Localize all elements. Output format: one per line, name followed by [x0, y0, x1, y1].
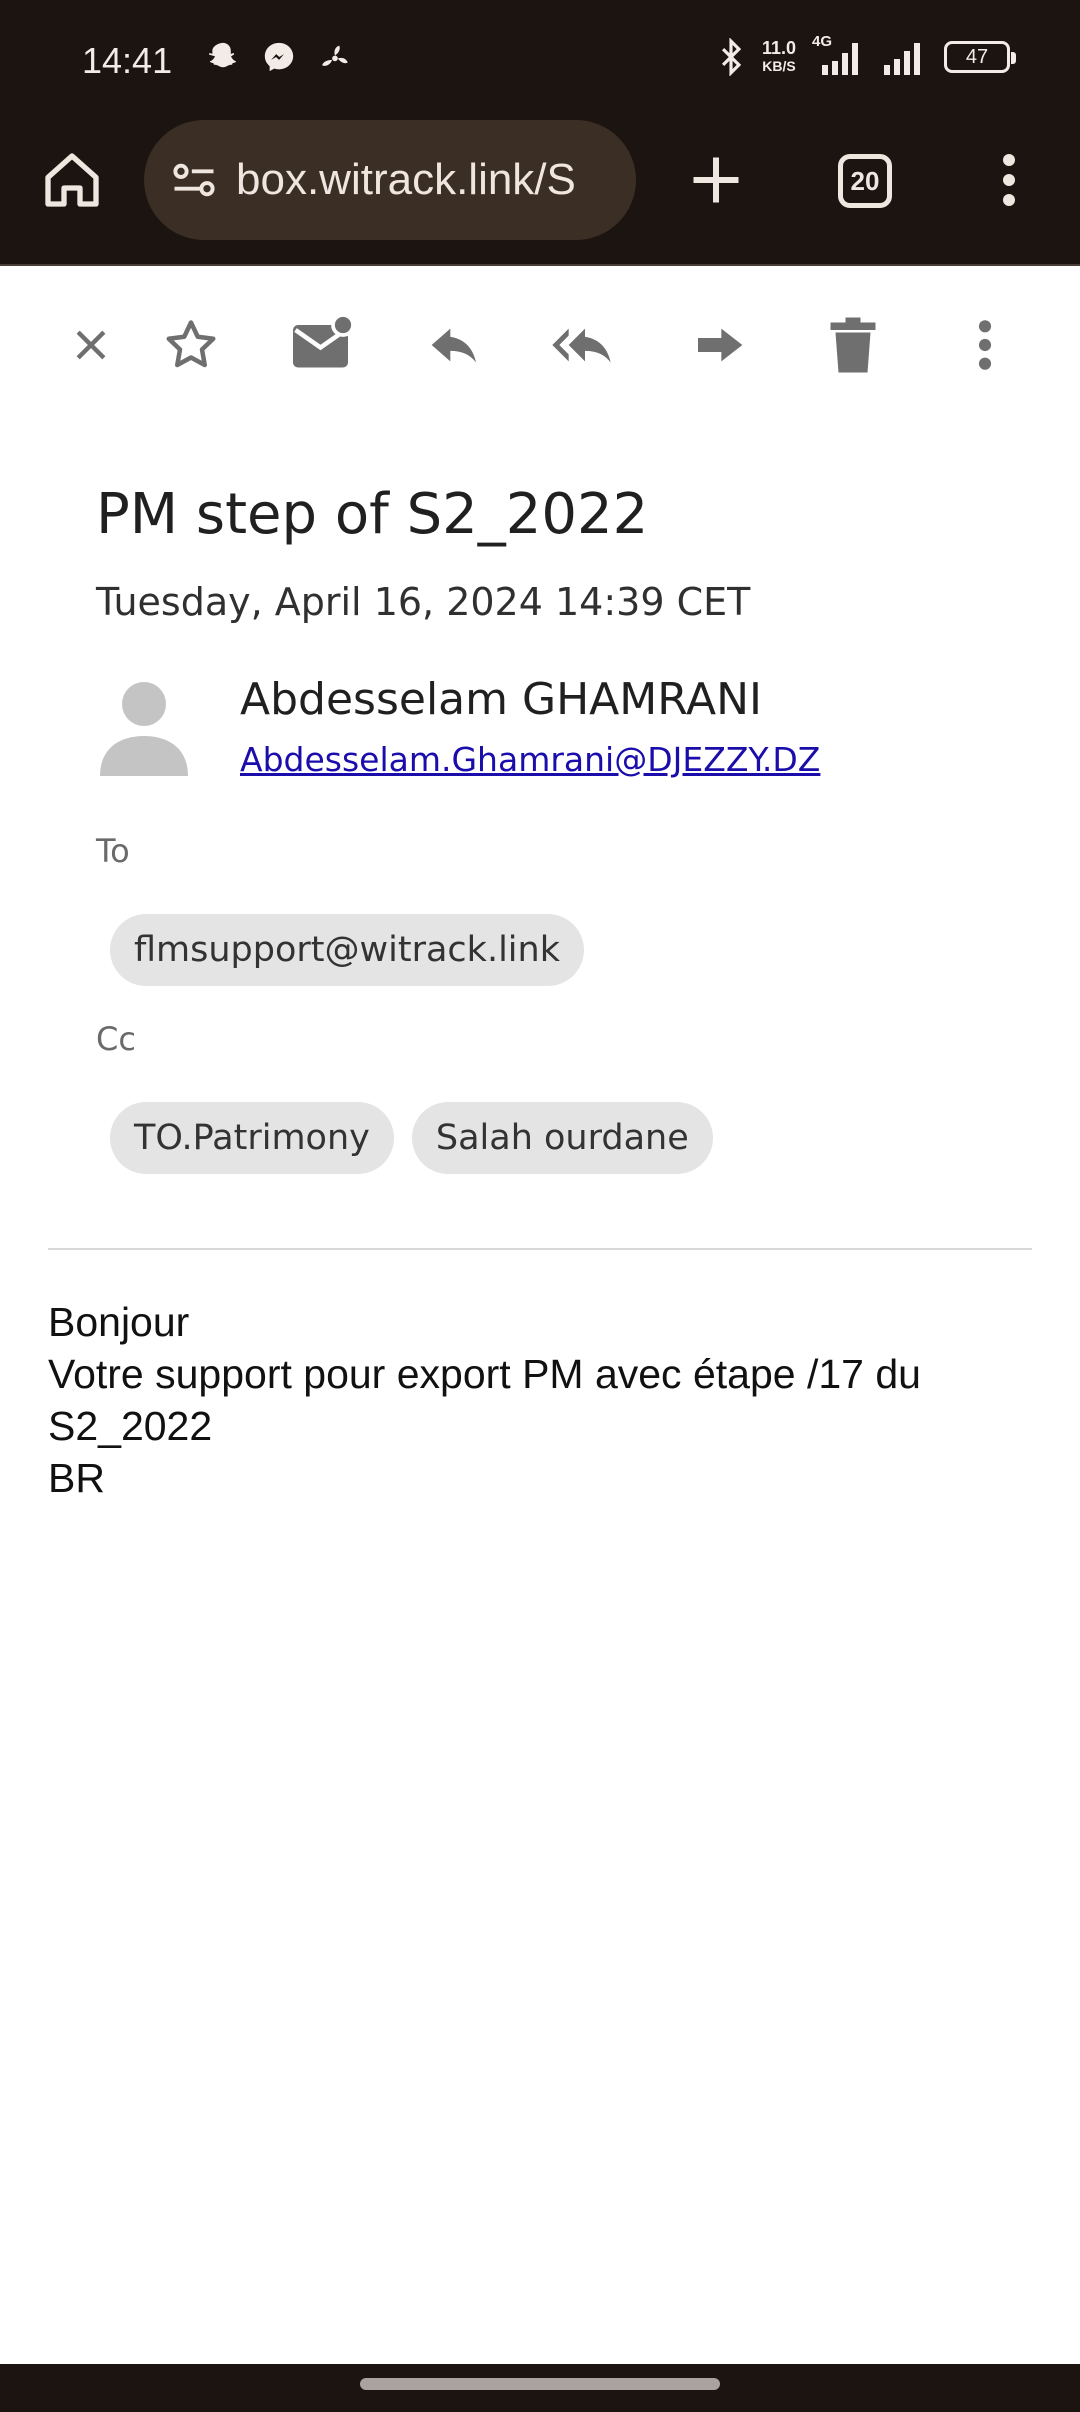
cc-label: Cc — [96, 1020, 136, 1058]
tab-switcher-button[interactable]: 20 — [838, 154, 892, 208]
forward-icon — [698, 328, 743, 362]
snapchat-icon — [209, 42, 237, 68]
body-line: S2_2022 — [48, 1403, 213, 1449]
site-settings-icon[interactable] — [168, 154, 220, 206]
reply-button[interactable] — [420, 310, 490, 380]
notification-icons — [206, 40, 352, 74]
body-line: BR — [48, 1455, 105, 1501]
reply-all-button[interactable] — [550, 310, 620, 380]
network-speed: 11.0 KB/S — [761, 38, 796, 74]
to-label: To — [96, 832, 130, 870]
reply-all-icon — [552, 328, 611, 363]
navigation-bar — [0, 2364, 1080, 2412]
avatar-icon — [100, 682, 188, 776]
fan-icon — [322, 45, 348, 66]
more-button[interactable] — [950, 310, 1020, 380]
messenger-icon — [264, 42, 294, 72]
signal-4g: 4G — [812, 33, 864, 75]
delete-icon — [830, 317, 876, 373]
email-view: PM step of S2_2022 Tuesday, April 16, 20… — [0, 266, 1080, 2364]
bluetooth-icon — [721, 38, 742, 76]
address-bar[interactable]: box.witrack.link/S — [144, 120, 636, 240]
signal-icon — [884, 43, 920, 75]
delete-button[interactable] — [818, 310, 888, 380]
cc-recipients: TO.Patrimony Salah ourdane — [110, 1102, 713, 1174]
email-subject: PM step of S2_2022 — [96, 482, 649, 547]
recipient-chip[interactable]: TO.Patrimony — [110, 1102, 394, 1174]
star-icon — [166, 320, 216, 368]
more-vert-icon[interactable] — [984, 150, 1034, 210]
recipient-chip[interactable]: Salah ourdane — [411, 1102, 713, 1174]
close-icon — [76, 330, 106, 360]
recipient-chip[interactable]: flmsupport@witrack.link — [110, 914, 584, 986]
status-bar: 14:41 11.0 KB/S 4G 47 — [0, 0, 1080, 120]
star-button[interactable] — [156, 310, 226, 380]
reply-icon — [431, 328, 476, 363]
home-icon[interactable] — [40, 148, 104, 212]
sender-email-link[interactable]: Abdesselam.Ghamrani@DJEZZY.DZ — [240, 740, 820, 779]
browser-toolbar: box.witrack.link/S 20 — [0, 120, 1080, 266]
battery-indicator: 47 — [944, 41, 1016, 73]
more-icon — [978, 320, 992, 370]
sender-name: Abdesselam GHAMRANI — [240, 674, 763, 725]
system-icons: 11.0 KB/S 4G 47 — [718, 33, 1016, 76]
forward-button[interactable] — [684, 310, 754, 380]
new-tab-icon[interactable] — [686, 150, 746, 210]
url-text[interactable]: box.witrack.link/S — [236, 155, 576, 205]
body-line: Votre support pour export PM avec étape … — [48, 1351, 921, 1397]
mark-unread-icon — [293, 315, 355, 368]
email-actions-bar — [0, 310, 1080, 380]
home-gesture-handle[interactable] — [360, 2378, 720, 2390]
to-recipients: flmsupport@witrack.link — [110, 914, 584, 986]
mark-unread-button[interactable] — [288, 310, 358, 380]
body-line: Bonjour — [48, 1299, 190, 1345]
header-divider — [48, 1248, 1032, 1250]
email-body: Bonjour Votre support pour export PM ave… — [48, 1296, 921, 1504]
status-time: 14:41 — [82, 40, 173, 81]
email-date: Tuesday, April 16, 2024 14:39 CET — [96, 580, 751, 624]
close-button[interactable] — [56, 310, 126, 380]
